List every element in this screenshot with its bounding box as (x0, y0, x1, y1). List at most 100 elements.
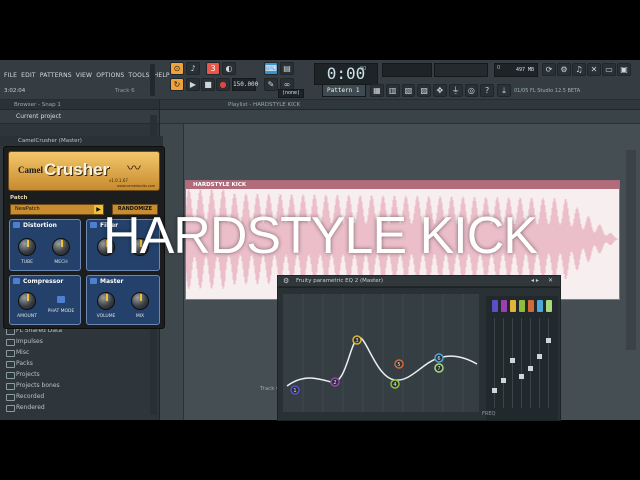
band-select-button[interactable] (519, 300, 525, 312)
step-edit-icon[interactable]: ▤ (280, 62, 294, 75)
amount-label: AMOUNT (17, 314, 37, 319)
hint-time: 3:02:04 (4, 88, 26, 94)
master-volume-slider[interactable] (150, 64, 155, 96)
brand-crusher: Crusher (44, 160, 110, 179)
band-fader-track[interactable] (539, 318, 540, 408)
camel-logo-icon: 〰 (127, 161, 141, 177)
folder-item[interactable]: Packs (0, 358, 160, 369)
phat-mode-toggle[interactable] (57, 296, 65, 303)
folder-item[interactable]: Projects (0, 369, 160, 380)
waveform-monitor (434, 63, 488, 77)
band-fader-track[interactable] (548, 318, 549, 408)
folder-item[interactable]: Recorded (0, 391, 160, 402)
peak-meter (382, 63, 432, 77)
refresh-icon[interactable]: ⟳ (542, 63, 556, 76)
pencil-icon[interactable]: ✎ (264, 78, 278, 91)
folder-item[interactable]: Impulses (0, 336, 160, 347)
eq-graph[interactable]: 1 2 3 4 5 6 7 (283, 294, 479, 412)
band-fader-track[interactable] (503, 318, 504, 408)
download-icon[interactable]: ⤓ (497, 84, 511, 97)
hint-track: Track 6 (115, 88, 135, 94)
song-position-display: 0:00 (314, 63, 378, 85)
band-fader-thumb[interactable] (537, 354, 542, 359)
play-button[interactable]: ▶ (186, 78, 200, 91)
band-fader-track[interactable] (521, 318, 522, 408)
band-fader-thumb[interactable] (519, 374, 524, 379)
tempo-display[interactable]: 150.000 (232, 78, 258, 91)
cd-icon[interactable]: ◎ (464, 84, 479, 97)
eq-band-number: 1 (293, 388, 296, 394)
master-enable-toggle[interactable] (90, 278, 97, 284)
eq-close-icon[interactable]: ✕ (548, 276, 553, 286)
volume-knob[interactable] (97, 292, 115, 310)
plugin-picker-icon[interactable]: ✥ (433, 84, 447, 97)
eq-gear-icon[interactable]: ⚙ (283, 276, 289, 286)
band-select-button[interactable] (546, 300, 552, 312)
record-button[interactable]: ● (216, 78, 230, 91)
brand-camel: Camel (18, 165, 43, 175)
eq-freq-label: FREQ (482, 411, 496, 417)
keyboard-typing-icon[interactable]: ⌨ (264, 62, 278, 75)
track-6-label: Track 6 (260, 386, 280, 392)
eq-band-number: 6 (437, 356, 440, 362)
band-fader-thumb[interactable] (501, 378, 506, 383)
eq-band-sliders: FREQ (482, 296, 558, 420)
band-fader-thumb[interactable] (528, 366, 533, 371)
compressor-enable-toggle[interactable] (13, 278, 20, 284)
microphone-icon[interactable]: ♫ (572, 63, 586, 76)
patch-label: Patch (10, 195, 28, 201)
snap-selector[interactable]: (none) (278, 89, 304, 98)
plugin-titlebar[interactable]: CamelCrusher (Master) (0, 136, 163, 146)
minimize-icon[interactable]: ▭ (602, 63, 616, 76)
band-select-button[interactable] (510, 300, 516, 312)
piano-roll-icon[interactable]: ▥ (385, 84, 400, 97)
stop-button[interactable]: ■ (201, 78, 215, 91)
browser-header: Browser - Snap 1 (0, 100, 159, 110)
band-fader-track[interactable] (494, 318, 495, 408)
band-select-button[interactable] (501, 300, 507, 312)
menu-help[interactable]: HELP (154, 72, 170, 84)
loop-icon[interactable]: ↻ (170, 78, 184, 91)
menu-edit[interactable]: EDIT (21, 72, 36, 84)
amount-knob[interactable] (18, 292, 36, 310)
menu-tools[interactable]: TOOLS (128, 72, 149, 84)
countdown-icon[interactable]: 3 (206, 62, 220, 75)
band-fader-track[interactable] (512, 318, 513, 408)
channel-rack-icon[interactable]: ▧ (401, 84, 416, 97)
band-fader-thumb[interactable] (546, 338, 551, 343)
menu-patterns[interactable]: PATTERNS (40, 72, 72, 84)
menu-file[interactable]: FILE (4, 72, 17, 84)
eq-title: Fruity parametric EQ 2 (Master) (296, 278, 384, 284)
folder-item[interactable]: Rendered (0, 402, 160, 413)
video-frame: FILE EDIT PATTERNS VIEW OPTIONS TOOLS HE… (0, 0, 640, 480)
band-fader-thumb[interactable] (492, 388, 497, 393)
pattern-selector[interactable]: Pattern 1 (322, 84, 366, 97)
folder-item[interactable]: Misc (0, 347, 160, 358)
band-select-button[interactable] (492, 300, 498, 312)
mixer-icon[interactable]: ▨ (417, 84, 431, 97)
help-icon[interactable]: ? (480, 84, 494, 97)
band-select-button[interactable] (528, 300, 534, 312)
browser-current-project[interactable]: Current project (0, 110, 159, 124)
band-select-button[interactable] (537, 300, 543, 312)
pattern-song-toggle[interactable]: ⊙ (170, 62, 184, 75)
eq-titlebar[interactable]: Fruity parametric EQ 2 (Master) ⚙ ◂ ▸ ✕ (277, 275, 561, 287)
video-title-overlay: HARDSTYLE KICK (103, 207, 538, 265)
maximize-icon[interactable]: ▣ (617, 63, 631, 76)
band-fader-thumb[interactable] (510, 358, 515, 363)
menu-options[interactable]: OPTIONS (96, 72, 124, 84)
window-shortcut-buttons: ▦ ▥ ▧ ▨ ✥ ⏚ ◎ ? (370, 84, 494, 97)
compressor-label: Compressor (23, 278, 64, 285)
plug-icon[interactable]: ⏚ (448, 84, 463, 97)
metronome-icon[interactable]: ♪ (186, 62, 200, 75)
eq-nav-arrows-icon[interactable]: ◂ ▸ (531, 276, 539, 286)
blend-icon[interactable]: ◐ (222, 62, 236, 75)
band-fader-track[interactable] (530, 318, 531, 408)
tools-icon[interactable]: ✕ (587, 63, 601, 76)
eq-band-number: 2 (333, 380, 336, 386)
settings-icon[interactable]: ⚙ (557, 63, 571, 76)
mix-knob[interactable] (131, 292, 149, 310)
menu-view[interactable]: VIEW (76, 72, 92, 84)
playlist-window-icon[interactable]: ▦ (370, 84, 384, 97)
eq-band-number: 4 (393, 382, 396, 388)
